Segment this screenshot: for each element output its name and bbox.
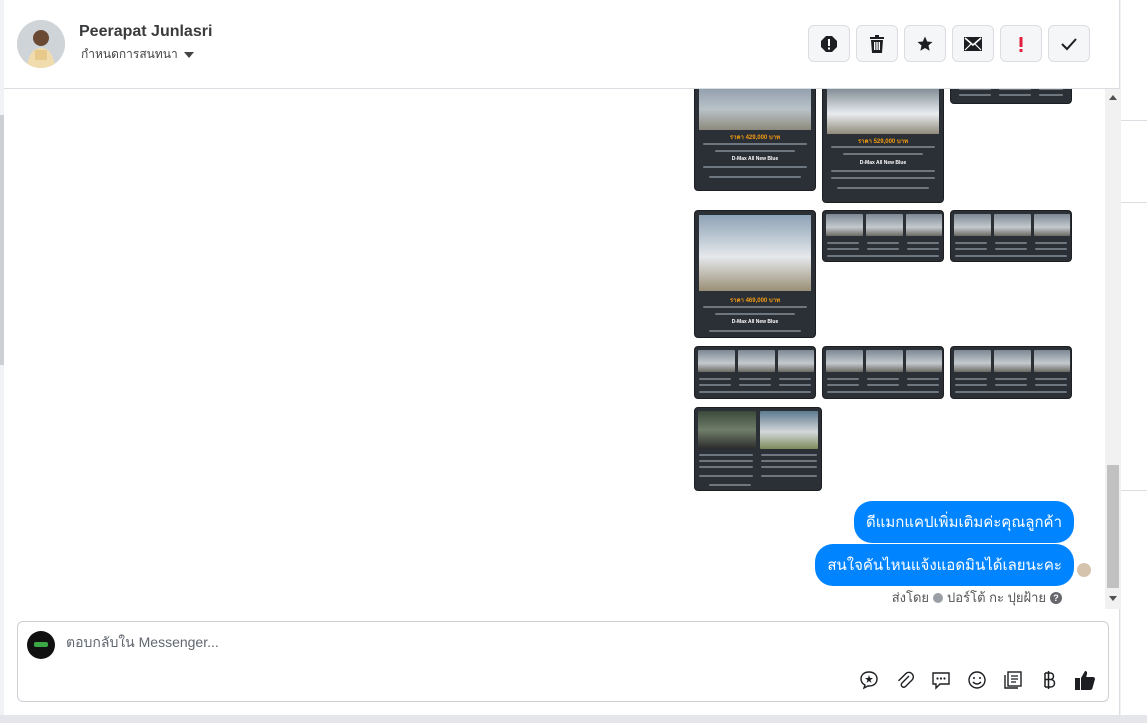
contact-avatar[interactable] xyxy=(17,20,65,68)
bottom-edge xyxy=(0,715,1147,723)
car-collage-card[interactable] xyxy=(950,210,1072,262)
attachment-button[interactable] xyxy=(894,669,916,691)
mark-done-button[interactable] xyxy=(1048,25,1090,62)
trash-icon xyxy=(870,34,884,53)
car-price: ราคา 429,000 บาท xyxy=(729,135,781,141)
header-actions xyxy=(808,25,1090,62)
conversation-panel: Peerapat Junlasri กำหนดการสนทนา ราคา 429… xyxy=(4,0,1121,715)
side-panel-edge xyxy=(1121,0,1147,723)
window-edge xyxy=(0,115,4,365)
caret-down-icon xyxy=(183,51,194,58)
seen-avatar xyxy=(1077,563,1091,577)
car-price: ราคา 529,000 บาท xyxy=(857,139,909,145)
saved-reply-button[interactable] xyxy=(858,669,880,691)
emoji-button[interactable] xyxy=(966,669,988,691)
car-model: D-Max All New Blue xyxy=(731,156,779,162)
spam-button[interactable] xyxy=(808,25,850,62)
notes-button[interactable] xyxy=(1002,669,1024,691)
delete-button[interactable] xyxy=(856,25,898,62)
help-icon[interactable]: ? xyxy=(1050,591,1062,604)
chat-icon xyxy=(932,672,950,690)
assign-conversation-dropdown[interactable]: กำหนดการสนทนา xyxy=(81,45,194,64)
scrollbar-thumb[interactable] xyxy=(1107,465,1119,588)
baht-icon xyxy=(1044,671,1056,689)
check-icon xyxy=(1061,37,1077,50)
follow-up-button[interactable] xyxy=(1000,25,1042,62)
outgoing-message: สนใจคันไหนแจ้งแอดมินได้เลยนะคะ xyxy=(815,544,1074,586)
car-collage-card[interactable] xyxy=(822,210,944,262)
exclamation-icon xyxy=(1019,36,1023,52)
car-collage-card[interactable] xyxy=(694,346,816,399)
star-button[interactable] xyxy=(904,25,946,62)
star-icon xyxy=(917,36,933,51)
reply-input[interactable] xyxy=(66,634,766,650)
car-collage-card[interactable] xyxy=(694,407,822,491)
car-image-card[interactable] xyxy=(950,89,1072,104)
page-avatar xyxy=(27,631,55,659)
sent-by-name: ปอร์โต้ กะ ปุยฝ้าย xyxy=(947,590,1046,605)
car-image-card[interactable]: ราคา 529,000 บาท D-Max All New Blue xyxy=(822,89,944,203)
car-image-card[interactable]: ราคา 469,000 บาท D-Max All New Blue xyxy=(694,210,816,338)
mark-unread-button[interactable] xyxy=(952,25,994,62)
sent-by-info: ส่งโดย ปอร์โต้ กะ ปุยฝ้าย ? xyxy=(892,587,1062,608)
spam-icon xyxy=(821,35,837,52)
composer-tools xyxy=(858,669,1096,691)
payment-button[interactable] xyxy=(1038,669,1060,691)
car-model: D-Max All New Blue xyxy=(859,160,907,166)
outgoing-message: ดีแมกแคปเพิ่มเติมค่ะคุณลูกค้า xyxy=(853,501,1074,543)
conversation-header: Peerapat Junlasri กำหนดการสนทนา xyxy=(4,0,1120,89)
like-icon xyxy=(1075,671,1095,690)
scroll-down-arrow-icon[interactable] xyxy=(1109,596,1117,601)
contact-name[interactable]: Peerapat Junlasri xyxy=(79,23,212,41)
car-model: D-Max All New Blue xyxy=(731,319,779,325)
attachment-icon xyxy=(898,671,915,688)
sent-by-prefix: ส่งโดย xyxy=(891,590,930,605)
car-price: ราคา 469,000 บาท xyxy=(729,298,781,304)
emoji-icon xyxy=(968,671,986,689)
admin-avatar-icon xyxy=(933,592,944,603)
mail-icon xyxy=(964,36,982,51)
quick-reply-button[interactable] xyxy=(930,669,952,691)
scroll-up-arrow-icon[interactable] xyxy=(1109,95,1117,100)
assign-label: กำหนดการสนทนา xyxy=(81,47,178,61)
car-collage-card[interactable] xyxy=(950,346,1072,399)
notes-icon xyxy=(1004,671,1022,689)
like-button[interactable] xyxy=(1074,669,1096,691)
message-thread: ราคา 429,000 บาท D-Max All New Blue ราคา… xyxy=(4,89,1104,609)
car-image-card[interactable]: ราคา 429,000 บาท D-Max All New Blue xyxy=(694,89,816,191)
reply-composer xyxy=(17,621,1109,702)
thread-scrollbar[interactable] xyxy=(1105,89,1121,609)
car-collage-card[interactable] xyxy=(822,346,944,399)
saved-reply-icon xyxy=(860,671,878,690)
